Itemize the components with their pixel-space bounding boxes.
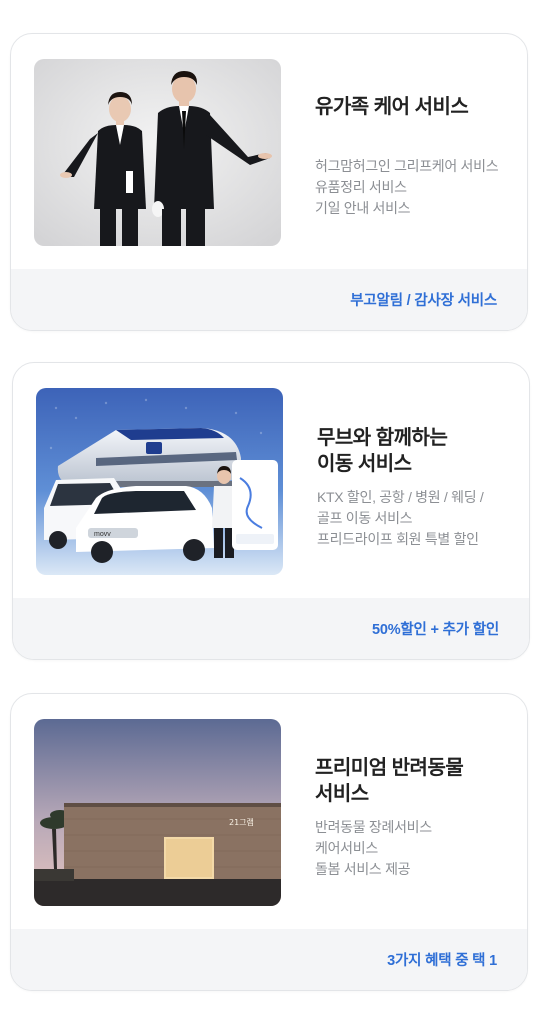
svg-text:movv: movv: [94, 531, 111, 538]
discount-link[interactable]: 50%할인 + 추가 할인: [372, 618, 499, 639]
app-map-card: [232, 460, 278, 550]
card-footer: 50%할인 + 추가 할인: [13, 598, 529, 659]
service-description: KTX 할인, 공항 / 병원 / 웨딩 / 골프 이동 서비스 프리드라이프 …: [317, 487, 484, 550]
service-line: 허그맘허그인 그리프케어 서비스: [315, 158, 499, 174]
service-line: 골프 이동 서비스: [317, 510, 413, 526]
service-title: 무브와 함께하는 이동 서비스: [317, 427, 448, 475]
family-care-image: [34, 59, 281, 246]
pet-funeral-building: 21그램: [64, 803, 281, 879]
service-description: 허그맘허그인 그리프케어 서비스 유품정리 서비스 기일 안내 서비스: [315, 156, 499, 219]
card-footer: 3가지 혜택 중 택 1: [11, 929, 527, 990]
service-description: 반려동물 장례서비스 케어서비스 돌봄 서비스 제공: [315, 817, 432, 880]
service-card-family-care: 유가족 케어 서비스 허그맘허그인 그리프케어 서비스 유품정리 서비스 기일 …: [10, 33, 528, 331]
card-body: 21그램 프리미엄 반려동물 서비스 반려동물 장례서비스 케어서비스 돌봄 서…: [11, 694, 527, 929]
service-line: 기일 안내 서비스: [315, 200, 411, 216]
service-line: 유품정리 서비스: [315, 179, 407, 195]
card-body: 유가족 케어 서비스 허그맘허그인 그리프케어 서비스 유품정리 서비스 기일 …: [11, 34, 527, 269]
benefit-choice-link[interactable]: 3가지 혜택 중 택 1: [387, 949, 497, 970]
service-line: KTX 할인, 공항 / 병원 / 웨딩 /: [317, 489, 484, 505]
service-title: 프리미엄 반려동물 서비스: [315, 757, 464, 805]
service-card-mobility: movv 무브와 함께하는 이동 서비스 KTX 할인, 공항 / 병원 / 웨…: [12, 362, 530, 660]
card-body: movv 무브와 함께하는 이동 서비스 KTX 할인, 공항 / 병원 / 웨…: [13, 363, 529, 598]
service-line: 케어서비스: [315, 840, 378, 856]
service-card-pet: 21그램 프리미엄 반려동물 서비스 반려동물 장례서비스 케어서비스 돌봄 서…: [10, 693, 528, 991]
service-line: 반려동물 장례서비스: [315, 819, 432, 835]
service-line: 돌봄 서비스 제공: [315, 861, 411, 877]
mobility-image: movv: [36, 388, 283, 575]
obituary-notice-link[interactable]: 부고알림 / 감사장 서비스: [350, 289, 497, 310]
pet-service-image: 21그램: [34, 719, 281, 906]
svg-text:21그램: 21그램: [229, 817, 254, 827]
service-title: 유가족 케어 서비스: [315, 96, 469, 118]
service-line: 프리드라이프 회원 특별 할인: [317, 531, 479, 547]
card-footer: 부고알림 / 감사장 서비스: [11, 269, 527, 330]
